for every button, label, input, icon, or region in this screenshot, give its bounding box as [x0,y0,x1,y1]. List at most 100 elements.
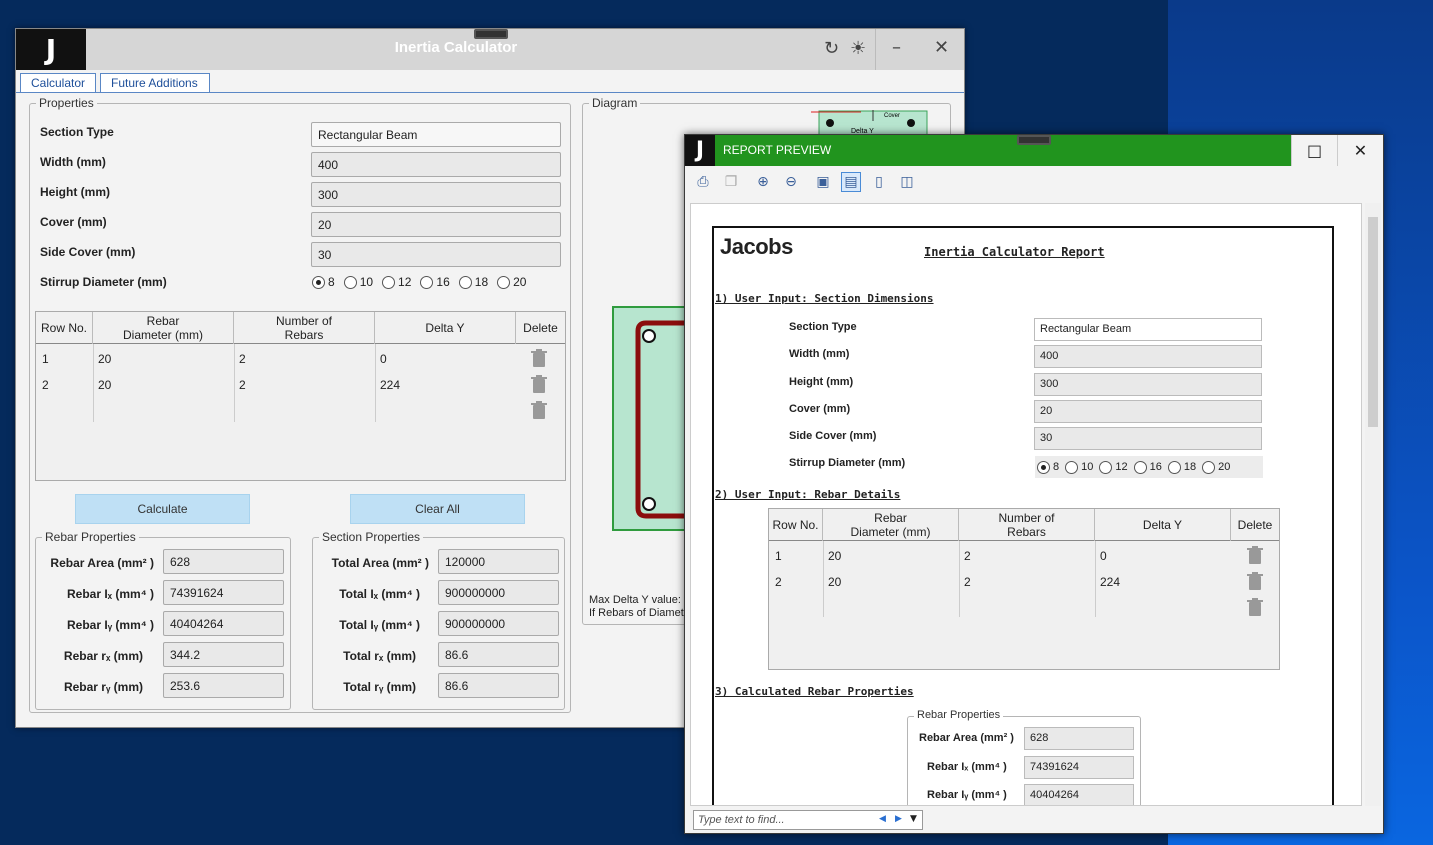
delete-row1-trash-icon[interactable] [531,349,547,368]
r-col-delta-y: Delta Y [1095,509,1231,541]
mini-section-diagram: Delta Y Cover x [811,109,928,137]
zoom-out-icon[interactable]: ⊖ [781,172,801,192]
mini-x-label: x [853,109,856,111]
row2-dy[interactable]: 224 [380,378,400,392]
width-field[interactable]: 400 [311,152,561,177]
maximize-button[interactable]: □ [1291,135,1337,166]
minimize-button[interactable]: – [892,37,901,58]
find-options-dropdown-icon[interactable]: ▼ [910,814,917,824]
total-rx-field: 86.6 [438,642,559,667]
r-row1-dia: 20 [828,549,842,563]
r-stirrup-radio-group: 8 10 12 16 18 20 [1035,456,1263,478]
grid-vline [234,344,235,422]
rebar-iy-label: Rebar Iᵧ (mm⁴ ) [67,618,154,632]
grid-vline [823,541,824,617]
row2-no[interactable]: 2 [42,378,49,392]
r-row1-num: 2 [964,549,971,563]
copy-icon[interactable]: ❐ [721,172,741,192]
row1-num[interactable]: 2 [239,352,246,366]
total-area-field: 120000 [438,549,559,574]
close-button[interactable]: ✕ [934,37,949,58]
tab-future-additions[interactable]: Future Additions [100,73,210,93]
drag-grip-icon[interactable] [1017,135,1051,145]
tab-calculator[interactable]: Calculator [20,73,96,93]
scrollbar-thumb[interactable] [1368,217,1378,427]
section-type-field[interactable]: Rectangular Beam [311,122,561,147]
stirrup-radio-8[interactable]: 8 [312,275,335,289]
section2-heading: 2) User Input: Rebar Details [715,488,901,501]
total-rx-label: Total rₓ (mm) [343,649,416,663]
theme-sun-icon[interactable]: ☀ [850,38,866,59]
delete-row2-trash-icon[interactable] [531,375,547,394]
col-row-no[interactable]: Row No. [36,312,93,344]
r-rebar-iy-field: 40404264 [1024,784,1134,805]
row1-dy[interactable]: 0 [380,352,387,366]
row2-num[interactable]: 2 [239,378,246,392]
r-stirrup-label: Stirrup Diameter (mm) [789,457,906,469]
r-side-cover-label: Side Cover (mm) [789,430,877,442]
refresh-icon[interactable]: ↻ [824,38,839,59]
col-number-of-rebars[interactable]: Number of Rebars [234,312,375,344]
actual-size-icon[interactable]: ▣ [813,172,833,192]
section3-heading: 3) Calculated Rebar Properties [715,685,914,698]
calculator-titlebar[interactable]: J Inertia Calculator ↻ ☀ – ✕ [16,29,964,70]
r-col-number-of-rebars: Number of Rebars [959,509,1095,541]
rebar-rx-label: Rebar rₓ (mm) [63,649,143,663]
print-icon[interactable]: ⎙ [693,172,713,192]
clear-all-button[interactable]: Clear All [350,494,525,524]
row2-dia[interactable]: 20 [98,378,111,392]
properties-legend: Properties [36,96,97,110]
r-col-rebar-diameter: Rebar Diameter (mm) [823,509,959,541]
report-window-title: REPORT PREVIEW [723,143,832,157]
cover-field[interactable]: 20 [311,212,561,237]
mini-cover-label: Cover [884,113,900,119]
r-row3-trash-icon [1247,598,1263,616]
two-pages-icon[interactable]: ◫ [897,172,917,192]
rebar-iy-field: 40404264 [163,611,284,636]
side-cover-field[interactable]: 30 [311,242,561,267]
report-preview-window: J REPORT PREVIEW □ ✕ ⎙ ❐ ⊕ ⊖ ▣ ▤ ▯ ◫ Jac… [684,134,1384,834]
width-label: Width (mm) [40,155,106,169]
report-document-area[interactable]: Jacobs Inertia Calculator Report 1) User… [690,203,1362,806]
stirrup-radio-16[interactable]: 16 [420,275,450,289]
close-button[interactable]: ✕ [1337,135,1383,166]
r-width-label: Width (mm) [789,348,850,360]
r-stirrup-radio-18: 18 [1167,458,1196,476]
report-titlebar[interactable]: J REPORT PREVIEW □ ✕ [685,135,1383,166]
row1-dia[interactable]: 20 [98,352,111,366]
calculate-button[interactable]: Calculate [75,494,250,524]
r-row2-dy: 224 [1100,575,1121,589]
drag-grip-icon[interactable] [474,29,508,39]
find-text-input[interactable]: Type text to find... [693,810,923,830]
r-grid-header: Row No. Rebar Diameter (mm) Number of Re… [769,509,1279,541]
total-ix-label: Total Iₓ (mm⁴ ) [339,587,420,601]
zoom-in-icon[interactable]: ⊕ [753,172,773,192]
find-next-icon[interactable]: ▶ [895,814,902,824]
delete-row3-trash-icon[interactable] [531,401,547,420]
total-ix-field: 900000000 [438,580,559,605]
report-vertical-scrollbar[interactable] [1365,203,1381,806]
r-height-label: Height (mm) [789,376,854,388]
row1-no[interactable]: 1 [42,352,49,366]
col-rebar-diameter[interactable]: Rebar Diameter (mm) [93,312,234,344]
r-section-type-field: Rectangular Beam [1034,318,1262,341]
stirrup-radio-12[interactable]: 12 [382,275,411,289]
height-label: Height (mm) [40,185,110,199]
report-page: Jacobs Inertia Calculator Report 1) User… [712,226,1334,805]
rebar-diameter-note: If Rebars of Diamet [589,607,684,619]
r-col-row-no: Row No. [769,509,823,541]
total-iy-field: 900000000 [438,611,559,636]
page-width-icon[interactable]: ▤ [841,172,861,192]
height-field[interactable]: 300 [311,182,561,207]
stirrup-radio-20[interactable]: 20 [497,275,526,289]
jacobs-logo-icon: J [685,135,715,166]
stirrup-radio-18[interactable]: 18 [458,275,488,289]
find-prev-icon[interactable]: ◀ [879,814,886,824]
col-delete[interactable]: Delete [516,312,565,344]
total-ry-field: 86.6 [438,673,559,698]
r-rebar-ix-field: 74391624 [1024,756,1134,779]
stirrup-radio-10[interactable]: 10 [343,275,373,289]
whole-page-icon[interactable]: ▯ [869,172,889,192]
rebar-ry-field: 253.6 [163,673,284,698]
col-delta-y[interactable]: Delta Y [375,312,516,344]
